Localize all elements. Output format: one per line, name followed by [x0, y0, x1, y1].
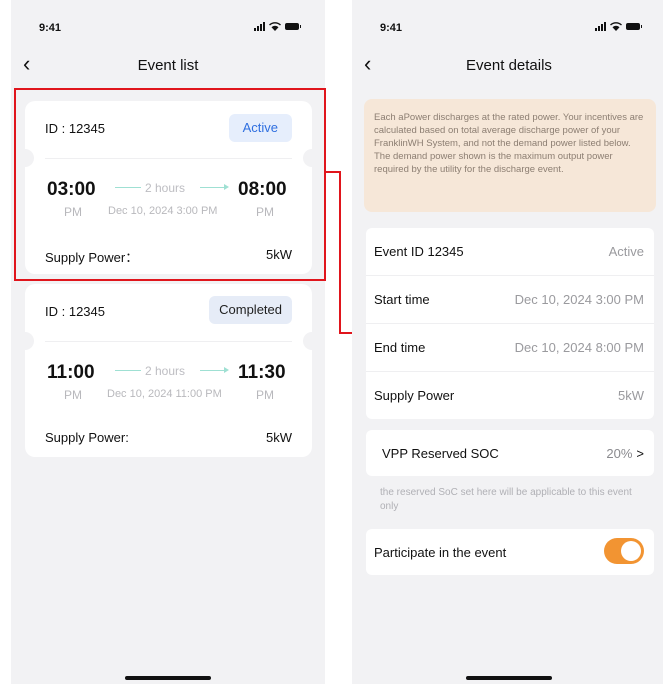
highlight-connector-h2 [339, 332, 352, 334]
detail-label: Event ID 12345 [374, 244, 464, 259]
vpp-value-wrap: 20% > [606, 446, 644, 461]
arrow-right-icon [224, 367, 229, 373]
status-icons [254, 22, 301, 31]
detail-label: Start time [374, 292, 430, 307]
vpp-row[interactable]: VPP Reserved SOC 20% > [366, 430, 654, 476]
ticket-notch-left [16, 332, 34, 350]
event-card-completed[interactable]: ID : 12345 Completed 11:00 PM 2 hours De… [16, 284, 321, 457]
start-time: 11:00 [47, 362, 95, 383]
detail-value: Dec 10, 2024 8:00 PM [514, 340, 644, 355]
end-period: PM [256, 388, 274, 402]
participate-row-inner: Participate in the event [366, 529, 654, 575]
battery-icon [626, 23, 642, 30]
detail-row-supply-power: Supply Power 5kW [366, 372, 654, 419]
event-details-list: Event ID 12345 Active Start time Dec 10,… [366, 228, 654, 419]
navbar: ‹ Event list [11, 50, 325, 80]
vpp-value: 20% [606, 446, 633, 461]
divider [45, 341, 292, 342]
event-id: ID : 12345 [45, 304, 105, 319]
event-details-screen: 9:41 ‹ Event details Each aPower dischar… [352, 0, 663, 684]
participate-row: Participate in the event [366, 529, 654, 575]
page-title: Event details [466, 57, 552, 74]
detail-row-start-time: Start time Dec 10, 2024 3:00 PM [366, 276, 654, 324]
supply-power-value: 5kW [266, 430, 292, 445]
status-badge: Completed [209, 296, 292, 324]
signal-icon [254, 22, 265, 31]
detail-row-event-id: Event ID 12345 Active [366, 228, 654, 276]
home-indicator [466, 676, 552, 680]
status-bar: 9:41 [352, 0, 663, 36]
vpp-reserved-soc-row[interactable]: VPP Reserved SOC 20% > [366, 430, 654, 476]
wifi-icon [269, 22, 281, 31]
chevron-right-icon: > [636, 446, 644, 461]
detail-value: 5kW [618, 388, 644, 403]
highlight-connector-v [339, 171, 341, 334]
detail-row-end-time: End time Dec 10, 2024 8:00 PM [366, 324, 654, 372]
duration-label: 2 hours [145, 364, 186, 378]
detail-label: End time [374, 340, 426, 355]
supply-power-label: Supply Power: [45, 430, 129, 445]
ticket-notch-right [303, 332, 321, 350]
status-bar: 9:41 [11, 0, 325, 36]
detail-label: Supply Power [374, 388, 455, 403]
highlight-box [14, 88, 326, 281]
wifi-icon [610, 22, 622, 31]
vpp-hint: the reserved SoC set here will be applic… [380, 487, 632, 512]
participate-label: Participate in the event [374, 545, 507, 560]
vpp-label: VPP Reserved SOC [382, 446, 499, 461]
detail-value: Active [608, 244, 644, 259]
participate-toggle[interactable] [604, 538, 644, 564]
duration-line-left [115, 370, 141, 371]
signal-icon [595, 22, 606, 31]
status-icons [595, 22, 642, 31]
discharge-notice: Each aPower discharges at the rated powe… [364, 99, 656, 212]
event-datetime: Dec 10, 2024 11:00 PM [107, 388, 222, 400]
start-period: PM [64, 388, 82, 402]
battery-icon [285, 23, 301, 30]
status-time: 9:41 [380, 22, 403, 34]
home-indicator [125, 676, 211, 680]
duration-line-right [200, 370, 224, 371]
page-title: Event list [137, 57, 199, 74]
status-time: 9:41 [39, 22, 62, 34]
detail-value: Dec 10, 2024 3:00 PM [514, 292, 644, 307]
end-time: 11:30 [238, 362, 286, 383]
navbar: ‹ Event details [352, 50, 663, 80]
toggle-knob [621, 541, 641, 561]
